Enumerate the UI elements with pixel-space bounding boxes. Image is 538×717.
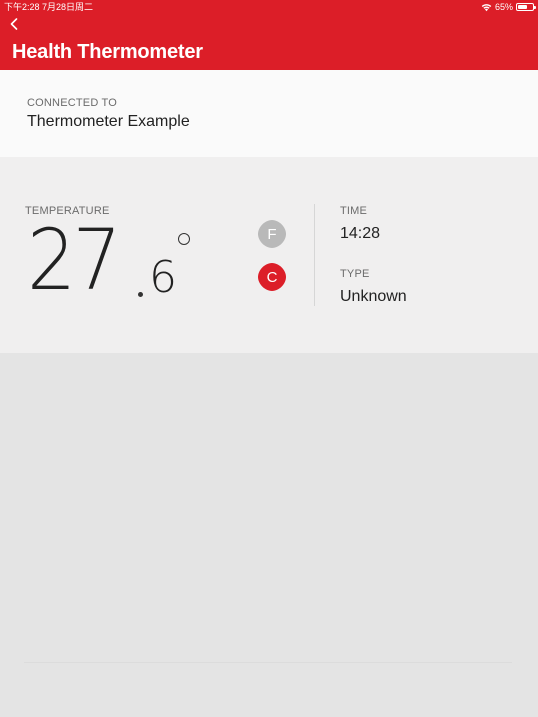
battery-icon — [516, 3, 536, 11]
time-label: TIME — [340, 205, 368, 217]
temperature-integer: 27 — [27, 211, 122, 309]
status-indicators: 65% — [481, 0, 536, 14]
temperature-decimal: 6 — [149, 252, 177, 303]
celsius-label: C — [266, 268, 278, 286]
reading-panel: TEMPERATURE 27 6 F C TIME 14:28 TYPE Unk… — [0, 157, 538, 353]
battery-level — [518, 5, 527, 9]
decimal-point — [138, 292, 143, 297]
connected-label: CONNECTED TO — [27, 97, 118, 109]
type-value: Unknown — [340, 288, 407, 305]
battery-percent: 65% — [494, 2, 513, 12]
fahrenheit-label: F — [267, 225, 277, 243]
time-value: 14:28 — [340, 225, 381, 242]
vertical-divider — [314, 204, 315, 306]
connection-section: CONNECTED TO Thermometer Example — [0, 70, 538, 157]
status-time-date: 下午2:28 7月28日周二 — [4, 2, 94, 12]
bottom-divider — [24, 662, 512, 663]
chevron-left-icon — [10, 18, 18, 30]
back-button[interactable] — [6, 15, 22, 33]
connected-device-name: Thermometer Example — [27, 113, 190, 130]
page-title: Health Thermometer — [12, 41, 203, 63]
type-label: TYPE — [340, 268, 370, 280]
wifi-icon — [481, 3, 492, 11]
celsius-button[interactable]: C — [257, 262, 287, 292]
status-bar: 下午2:28 7月28日周二 65% — [0, 0, 538, 14]
degree-icon — [178, 233, 190, 245]
app-header: 下午2:28 7月28日周二 65% Health Thermometer — [0, 0, 538, 70]
fahrenheit-button[interactable]: F — [257, 219, 287, 249]
